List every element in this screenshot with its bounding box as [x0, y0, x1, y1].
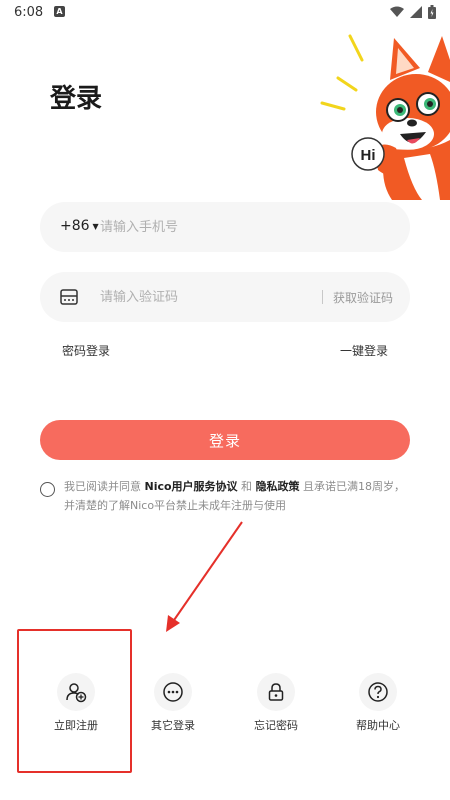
forgot-password-label: 忘记密码: [254, 719, 298, 732]
agreement-prefix: 我已阅读并同意: [64, 480, 145, 493]
agreement-checkbox[interactable]: [40, 482, 55, 497]
phone-field: +86 ▼: [40, 202, 410, 252]
country-code-label: +86: [60, 218, 90, 234]
service-terms-link[interactable]: Nico用户服务协议: [145, 480, 238, 493]
signal-icon: [410, 6, 422, 18]
status-bar: 6:08 A: [0, 0, 450, 26]
phone-input[interactable]: [100, 217, 390, 237]
caret-down-icon: ▼: [92, 221, 99, 231]
help-icon: [368, 682, 388, 702]
more-icon: [163, 682, 183, 702]
login-button[interactable]: 登录: [40, 420, 410, 460]
status-icons: [390, 5, 436, 19]
forgot-password-button[interactable]: 忘记密码: [236, 673, 316, 733]
divider: [322, 290, 323, 304]
forgot-password-icon-circle: [257, 673, 295, 711]
register-label: 立即注册: [54, 719, 98, 732]
page-title: 登录: [50, 84, 103, 114]
add-user-icon: [66, 683, 87, 703]
country-code-selector[interactable]: +86 ▼: [60, 218, 99, 234]
help-center-button[interactable]: 帮助中心: [338, 673, 418, 733]
other-login-icon-circle: [154, 673, 192, 711]
agreement-and: 和: [237, 480, 256, 493]
verification-code-icon: [60, 289, 78, 305]
password-login-link[interactable]: 密码登录: [62, 342, 110, 359]
register-icon-circle: [57, 673, 95, 711]
get-code-button[interactable]: 获取验证码: [333, 289, 393, 306]
code-input[interactable]: [100, 287, 300, 307]
notification-icon: A: [54, 6, 65, 17]
status-time: 6:08: [14, 5, 44, 20]
battery-icon: [428, 5, 436, 19]
other-login-button[interactable]: 其它登录: [133, 673, 213, 733]
code-field: 获取验证码: [40, 272, 410, 322]
help-center-icon-circle: [359, 673, 397, 711]
mascot-hi-text: Hi: [361, 147, 376, 164]
one-key-login-link[interactable]: 一键登录: [340, 342, 388, 359]
fox-mascot-image: Hi: [320, 34, 450, 200]
lock-icon: [268, 683, 284, 701]
help-center-label: 帮助中心: [356, 719, 400, 732]
wifi-icon: [390, 6, 404, 17]
other-login-label: 其它登录: [151, 719, 195, 732]
privacy-policy-link[interactable]: 隐私政策: [256, 480, 300, 493]
agreement-text: 我已阅读并同意 Nico用户服务协议 和 隐私政策 且承诺已满18周岁，并清楚的…: [64, 477, 414, 515]
register-button[interactable]: 立即注册: [36, 673, 116, 733]
